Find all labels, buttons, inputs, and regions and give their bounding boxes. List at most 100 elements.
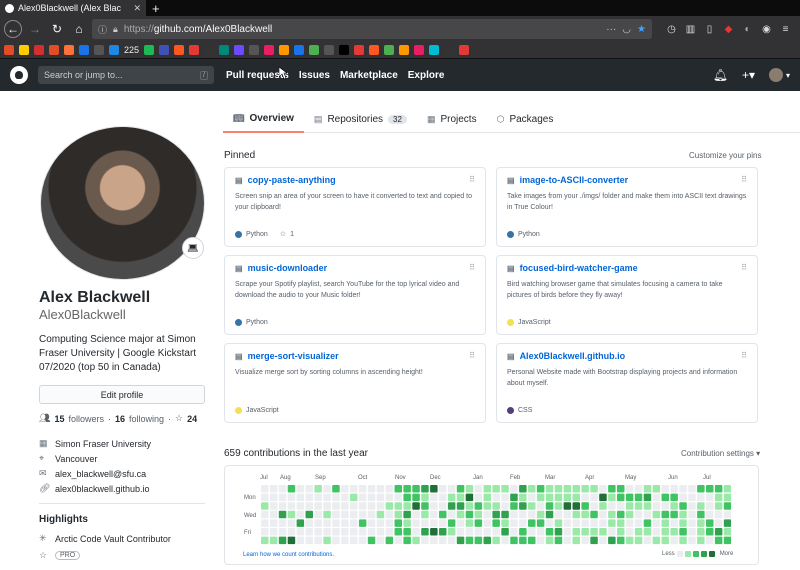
contribution-day-cell[interactable] [314, 485, 322, 493]
contribution-day-cell[interactable] [688, 510, 696, 519]
contribution-day-cell[interactable] [287, 502, 296, 510]
repo-name-link[interactable]: ▤ music-downloader [235, 263, 475, 273]
contribution-day-cell[interactable] [430, 493, 438, 502]
contribution-day-cell[interactable] [545, 536, 554, 545]
contribution-day-cell[interactable] [572, 528, 581, 536]
contribution-day-cell[interactable] [358, 493, 367, 502]
contribution-day-cell[interactable] [608, 536, 616, 545]
contribution-day-cell[interactable] [679, 536, 687, 545]
bookmark-favicon-icon[interactable] [324, 45, 335, 55]
bookmark-favicon-icon[interactable] [94, 45, 104, 55]
contribution-day-cell[interactable] [269, 493, 278, 502]
contribution-day-cell[interactable] [697, 493, 705, 502]
drag-handle-icon[interactable]: ⠿ [469, 351, 475, 360]
contribution-day-cell[interactable] [403, 510, 411, 519]
contribution-day-cell[interactable] [483, 502, 492, 510]
contribution-day-cell[interactable] [278, 519, 287, 527]
learn-contributions-link[interactable]: Learn how we count contributions. [243, 552, 334, 558]
contribution-day-cell[interactable] [447, 485, 456, 493]
extension-icon[interactable]: ◆ [722, 23, 735, 36]
contribution-day-cell[interactable] [376, 528, 385, 536]
more-actions-icon[interactable]: ··· [606, 24, 616, 35]
contribution-day-cell[interactable] [296, 502, 305, 510]
extension-2-icon[interactable]: ◐ [741, 23, 754, 36]
contribution-day-cell[interactable] [341, 502, 349, 510]
contribution-day-cell[interactable] [456, 502, 465, 510]
contribution-day-cell[interactable] [305, 519, 314, 527]
contribution-day-cell[interactable] [350, 493, 358, 502]
contribution-day-cell[interactable] [278, 493, 287, 502]
star-count[interactable]: 1 [290, 231, 294, 238]
contribution-day-cell[interactable] [483, 536, 492, 545]
contribution-day-cell[interactable] [456, 510, 465, 519]
contribution-day-cell[interactable] [617, 510, 625, 519]
repo-name-link[interactable]: ▤ Alex0Blackwell.github.io [507, 351, 747, 361]
bookmark-favicon-icon[interactable] [64, 45, 74, 55]
contribution-day-cell[interactable] [545, 502, 554, 510]
close-tab-icon[interactable]: ✕ [133, 3, 141, 14]
contribution-day-cell[interactable] [581, 493, 589, 502]
bookmark-favicon-icon[interactable] [354, 45, 365, 55]
status-laptop-icon[interactable]: 💻︎ [182, 237, 204, 259]
repo-name-link[interactable]: ▤ image-to-ASCII-converter [507, 175, 747, 185]
contribution-day-cell[interactable] [714, 510, 723, 519]
contribution-day-cell[interactable] [341, 485, 349, 493]
contribution-day-cell[interactable] [554, 519, 563, 527]
contribution-day-cell[interactable] [447, 510, 456, 519]
contribution-day-cell[interactable] [528, 485, 536, 493]
account-icon[interactable]: ◉ [760, 23, 773, 36]
contribution-day-cell[interactable] [314, 536, 322, 545]
contribution-day-cell[interactable] [714, 519, 723, 527]
contribution-day-cell[interactable] [376, 536, 385, 545]
contribution-day-cell[interactable] [367, 510, 376, 519]
contribution-day-cell[interactable] [385, 485, 394, 493]
edit-profile-button[interactable]: Edit profile [39, 385, 205, 404]
contribution-day-cell[interactable] [528, 536, 536, 545]
contribution-day-cell[interactable] [536, 485, 545, 493]
contribution-day-cell[interactable] [581, 536, 589, 545]
drag-handle-icon[interactable]: ⠿ [741, 175, 747, 184]
contribution-day-cell[interactable] [261, 502, 269, 510]
contribution-day-cell[interactable] [661, 510, 670, 519]
contribution-day-cell[interactable] [314, 510, 322, 519]
contribution-day-cell[interactable] [296, 493, 305, 502]
contribution-day-cell[interactable] [554, 536, 563, 545]
contribution-day-cell[interactable] [287, 519, 296, 527]
contribution-day-cell[interactable] [287, 493, 296, 502]
contribution-day-cell[interactable] [465, 528, 474, 536]
contribution-day-cell[interactable] [421, 493, 429, 502]
contribution-day-cell[interactable] [545, 528, 554, 536]
contribution-day-cell[interactable] [510, 485, 518, 493]
contribution-day-cell[interactable] [714, 493, 723, 502]
contribution-day-cell[interactable] [528, 493, 536, 502]
contribution-day-cell[interactable] [572, 536, 581, 545]
contribution-day-cell[interactable] [652, 536, 661, 545]
contribution-day-cell[interactable] [341, 493, 349, 502]
contribution-day-cell[interactable] [608, 502, 616, 510]
home-button[interactable]: ⌂ [70, 20, 88, 38]
contribution-day-cell[interactable] [625, 510, 634, 519]
library-icon[interactable]: ▥ [684, 23, 697, 36]
contribution-day-cell[interactable] [456, 528, 465, 536]
contribution-day-cell[interactable] [261, 485, 269, 493]
contribution-day-cell[interactable] [706, 528, 714, 536]
contribution-day-cell[interactable] [634, 502, 643, 510]
tab-projects[interactable]: ▦ Projects [417, 105, 487, 133]
contribution-day-cell[interactable] [358, 502, 367, 510]
contribution-day-cell[interactable] [385, 536, 394, 545]
contribution-day-cell[interactable] [697, 536, 705, 545]
contribution-day-cell[interactable] [376, 519, 385, 527]
contribution-day-cell[interactable] [465, 485, 474, 493]
contribution-day-cell[interactable] [474, 510, 483, 519]
contribution-day-cell[interactable] [590, 493, 598, 502]
contribution-settings-dropdown[interactable]: Contribution settings ▾ [681, 449, 760, 458]
contribution-day-cell[interactable] [590, 519, 598, 527]
contribution-day-cell[interactable] [501, 536, 509, 545]
contribution-day-cell[interactable] [278, 485, 287, 493]
contribution-day-cell[interactable] [652, 485, 661, 493]
contribution-day-cell[interactable] [421, 519, 429, 527]
contribution-day-cell[interactable] [474, 493, 483, 502]
contribution-day-cell[interactable] [430, 528, 438, 536]
contribution-day-cell[interactable] [572, 519, 581, 527]
contribution-day-cell[interactable] [634, 519, 643, 527]
